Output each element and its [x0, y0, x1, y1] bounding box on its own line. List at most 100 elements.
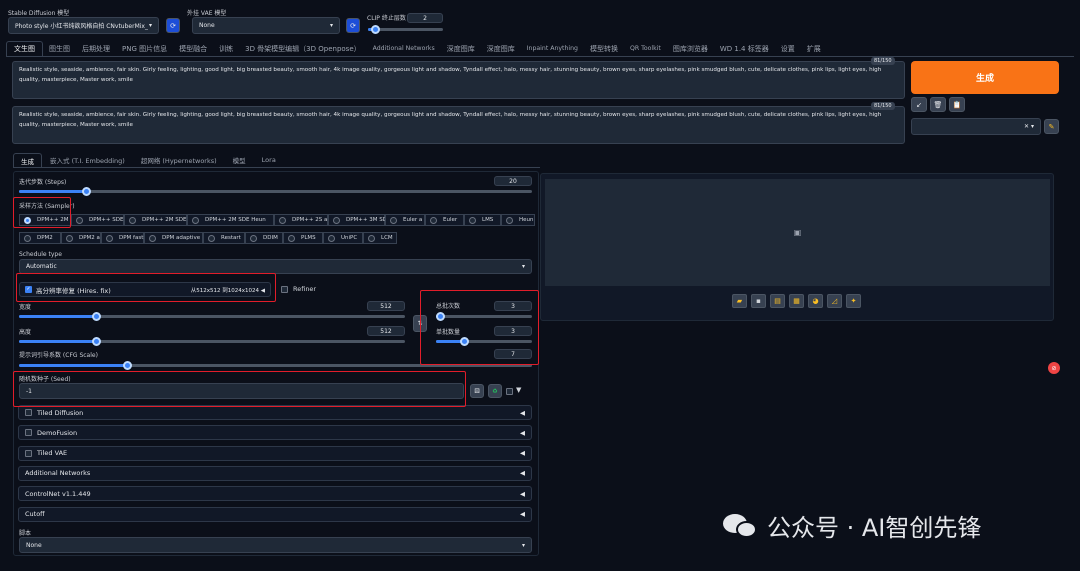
radio-icon[interactable] [288, 234, 295, 242]
sd-model-select[interactable]: Photo style 小红书纯欲风格自拍 CNvtuberMix_ ▾ [8, 17, 159, 34]
read-params-button[interactable]: ↙ [911, 97, 927, 112]
radio-icon[interactable] [24, 234, 31, 242]
tab-qr-toolkit[interactable]: QR Toolkit [624, 43, 667, 54]
extra-seed-checkbox[interactable] [506, 388, 513, 395]
sampler-option[interactable]: DPM2 [19, 232, 61, 244]
radio-icon[interactable] [250, 234, 257, 242]
sampler-option[interactable]: DPM adaptive [144, 232, 203, 244]
clip-slider[interactable] [368, 25, 443, 34]
sampler-option[interactable]: DDIM [245, 232, 283, 244]
radio-icon[interactable] [192, 216, 199, 224]
sampler-option[interactable]: DPM++ 2M SDE Heun [187, 214, 274, 226]
radio-icon[interactable] [149, 234, 156, 242]
sampler-option[interactable]: PLMS [283, 232, 323, 244]
triangle-down-icon[interactable]: ▼ [516, 386, 521, 394]
schedule-select[interactable]: Automatic ▾ [19, 259, 532, 274]
zip-button[interactable]: ▤ [770, 294, 785, 308]
subtab-generate[interactable]: 生成 [13, 152, 42, 168]
checkbox-icon[interactable] [25, 429, 32, 437]
send-img2img-button[interactable]: ▦ [789, 294, 804, 308]
clip-value[interactable]: 2 [407, 13, 443, 23]
vae-select[interactable]: None ▾ [192, 17, 340, 34]
tab-inpaint-anything[interactable]: Inpaint Anything [521, 43, 584, 54]
save-button[interactable]: ▪ [751, 294, 766, 308]
radio-icon[interactable] [506, 216, 513, 224]
open-folder-button[interactable]: ▰ [732, 294, 747, 308]
subtab-hypernetworks[interactable]: 超网络 (Hypernetworks) [133, 153, 225, 167]
refresh-vae-button[interactable]: ⟳ [346, 18, 360, 33]
sampler-option[interactable]: Heun [501, 214, 535, 226]
checkbox-icon[interactable] [25, 449, 32, 457]
height-slider[interactable] [19, 337, 405, 346]
sampler-option[interactable]: Euler a [385, 214, 425, 226]
sampler-option[interactable]: DPM fast [101, 232, 144, 244]
sparkle-button[interactable]: ✦ [846, 294, 861, 308]
subtab-lora[interactable]: Lora [254, 154, 284, 166]
radio-icon[interactable] [208, 234, 215, 242]
radio-icon[interactable] [430, 216, 437, 224]
width-value[interactable]: 512 [367, 301, 405, 311]
sampler-option[interactable]: DPM++ SDE [71, 214, 124, 226]
tab-checkpoint-merger[interactable]: 模型融合 [173, 42, 213, 56]
accordion-item[interactable]: DemoFusion ◀ [18, 425, 532, 441]
width-slider[interactable] [19, 312, 405, 321]
positive-prompt-textarea[interactable]: Realistic style, seaside, ambience, fair… [12, 61, 905, 99]
subtab-embedding[interactable]: 嵌入式 (T.I. Embedding) [42, 153, 133, 167]
tab-extras[interactable]: 后期处理 [76, 42, 116, 56]
tab-png-info[interactable]: PNG 图片信息 [116, 42, 173, 56]
send-inpaint-button[interactable]: ◕ [808, 294, 823, 308]
styles-select[interactable]: ✕ ▾ [911, 118, 1041, 135]
sampler-option[interactable]: Restart [203, 232, 245, 244]
tab-openpose[interactable]: 3D 骨架模型编辑（3D Openpose） [239, 42, 367, 56]
send-extras-button[interactable]: ◿ [827, 294, 842, 308]
tab-train[interactable]: 训练 [213, 42, 239, 56]
accordion-item[interactable]: Cutoff ◀ [18, 506, 532, 522]
radio-icon[interactable] [66, 234, 73, 242]
radio-icon[interactable] [368, 234, 375, 242]
tab-txt2img[interactable]: 文生图 [6, 41, 43, 56]
sampler-option[interactable]: LCM [363, 232, 397, 244]
negative-prompt-textarea[interactable]: Realistic style, seaside, ambience, fair… [12, 106, 905, 144]
sampler-option[interactable]: Euler [425, 214, 464, 226]
tab-extensions[interactable]: 扩展 [801, 42, 827, 56]
tab-depth-library[interactable]: 深度图库 [441, 42, 481, 56]
script-select[interactable]: None ▾ [19, 537, 532, 553]
tab-wd14-tagger[interactable]: WD 1.4 标签器 [714, 42, 775, 56]
subtab-model[interactable]: 模型 [225, 153, 254, 167]
sampler-option[interactable]: DPM++ 3M SDE [328, 214, 390, 226]
height-value[interactable]: 512 [367, 326, 405, 336]
tab-image-browser[interactable]: 图库浏览器 [667, 42, 714, 56]
checkbox-icon[interactable] [25, 409, 32, 416]
reuse-seed-button[interactable]: ♻ [488, 384, 502, 398]
checkbox-icon[interactable] [281, 285, 288, 293]
tab-depth-library-2[interactable]: 深度图库 [481, 42, 521, 56]
radio-icon[interactable] [106, 234, 113, 242]
radio-icon[interactable] [76, 216, 83, 224]
accordion-item[interactable]: Tiled Diffusion ◀ [18, 405, 532, 420]
radio-icon[interactable] [129, 216, 136, 224]
refiner-toggle[interactable]: Refiner [281, 285, 316, 293]
tab-additional-networks[interactable]: Additional Networks [367, 43, 441, 54]
refresh-model-button[interactable]: ⟳ [166, 18, 180, 33]
random-seed-button[interactable]: ⚄ [470, 384, 484, 398]
steps-slider[interactable] [19, 187, 532, 196]
tab-settings[interactable]: 设置 [775, 42, 801, 56]
clipboard-button[interactable]: 📋 [949, 97, 965, 112]
clear-icon[interactable]: ✕ ▾ [1024, 123, 1034, 130]
sampler-option[interactable]: LMS [464, 214, 501, 226]
radio-icon[interactable] [279, 216, 286, 224]
edit-styles-button[interactable]: ✎ [1044, 119, 1059, 134]
tab-model-converter[interactable]: 模型转换 [584, 42, 624, 56]
accordion-item[interactable]: ControlNet v1.1.449 ◀ [18, 486, 532, 502]
accordion-item[interactable]: Additional Networks ◀ [18, 465, 532, 481]
sampler-option[interactable]: UniPC [323, 232, 363, 244]
sampler-option[interactable]: DPM2 a [61, 232, 101, 244]
radio-icon[interactable] [390, 216, 397, 224]
sampler-option[interactable]: DPM++ 2S a [274, 214, 328, 226]
tab-img2img[interactable]: 图生图 [43, 42, 76, 56]
accordion-item[interactable]: Tiled VAE ◀ [18, 445, 532, 461]
steps-value[interactable]: 20 [494, 176, 532, 186]
radio-icon[interactable] [328, 234, 335, 242]
clear-red-icon[interactable]: ⊘ [1048, 362, 1060, 374]
radio-icon[interactable] [469, 216, 476, 224]
